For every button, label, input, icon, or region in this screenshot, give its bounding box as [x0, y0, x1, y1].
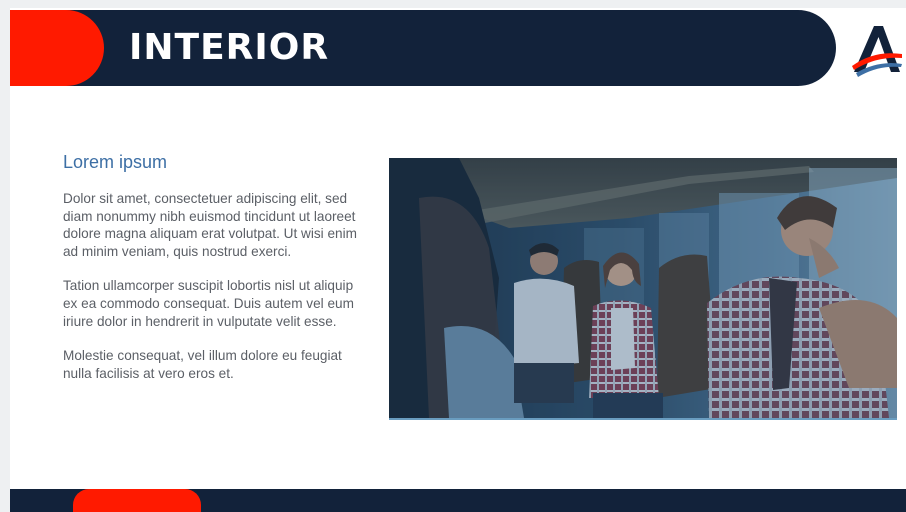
slide-title: INTERIOR — [129, 27, 330, 68]
footer-accent-shape — [73, 489, 201, 512]
header-accent-shape — [10, 10, 104, 86]
paragraph: Tation ullamcorper suscipit lobortis nis… — [63, 278, 354, 329]
paragraph: Molestie consequat, vel illum dolore eu … — [63, 348, 342, 381]
bus-interior-photo — [389, 158, 897, 420]
footer-bar — [10, 489, 906, 512]
section-subtitle: Lorem ipsum — [63, 152, 168, 172]
brand-logo-a-icon — [850, 20, 904, 80]
body-text: Dolor sit amet, consectetuer adipiscing … — [63, 190, 368, 399]
slide: INTERIOR Lorem ipsum Dolor sit amet, con… — [10, 8, 906, 512]
paragraph: Dolor sit amet, consectetuer adipiscing … — [63, 191, 357, 259]
